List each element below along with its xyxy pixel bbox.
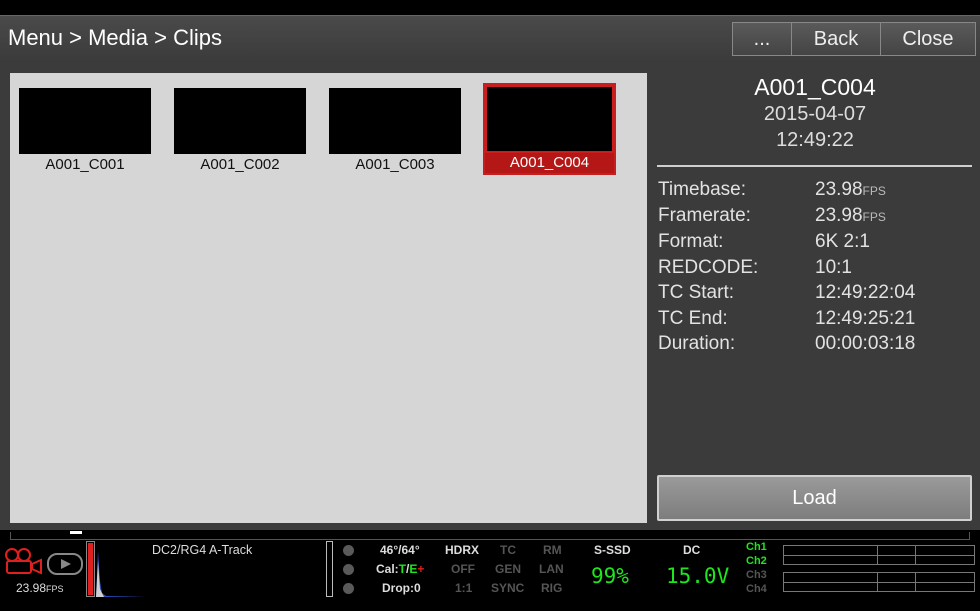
calibration: Cal:T/E+: [376, 562, 425, 576]
info-value-redcode: 10:1: [815, 257, 852, 278]
audio-meter-ch3-ch4: [783, 572, 975, 592]
play-icon[interactable]: [47, 553, 83, 575]
timeline-track: [10, 532, 970, 540]
channel-1: Ch1: [746, 541, 767, 553]
tc-label: TC: [500, 543, 516, 557]
hdrx-ratio: 1:1: [455, 581, 473, 595]
audio-meter-ch1-ch2: [783, 545, 975, 565]
info-label-format: Format:: [658, 231, 724, 252]
load-button[interactable]: Load: [657, 475, 972, 521]
clip-name: A001_C002: [200, 156, 280, 173]
info-value-tc-start: 12:49:22:04: [815, 282, 916, 303]
power-label: DC: [683, 543, 701, 557]
indicator-dot: [343, 583, 354, 594]
info-label-timebase: Timebase:: [658, 179, 746, 200]
info-divider: [657, 165, 972, 167]
fps-unit: FPS: [862, 210, 886, 224]
clip-name: A001_C004: [485, 153, 614, 173]
tc-sync: SYNC: [491, 581, 525, 595]
channel-3: Ch3: [746, 569, 767, 581]
clip-name: A001_C003: [355, 156, 435, 173]
tc-gen: GEN: [495, 562, 522, 576]
channel-4: Ch4: [746, 583, 767, 595]
hdrx-label: HDRX: [445, 543, 480, 557]
drop-frames: Drop:0: [382, 581, 421, 595]
info-time: 12:49:22: [776, 129, 854, 151]
info-value-format: 6K 2:1: [815, 231, 870, 252]
info-date: 2015-04-07: [763, 103, 867, 125]
indicator-dot: [343, 564, 354, 575]
media-label: S-SSD: [594, 543, 631, 557]
shutter-angle: 46°/64°: [380, 543, 420, 557]
info-label-tc-end: TC End:: [658, 308, 728, 329]
clip-item-a001-c004[interactable]: A001_C004: [483, 83, 616, 175]
record-camera-icon: [5, 548, 42, 575]
clip-name: A001_C001: [45, 156, 125, 173]
info-label-duration: Duration:: [658, 333, 736, 354]
back-button[interactable]: Back: [791, 22, 881, 56]
info-value-tc-end: 12:49:25:21: [815, 308, 916, 329]
clip-item-a001-c001[interactable]: A001_C001: [19, 88, 151, 175]
breadcrumb: Menu > Media > Clips: [8, 25, 222, 50]
hdrx-value: OFF: [451, 562, 475, 576]
info-label-tc-start: TC Start:: [658, 282, 735, 303]
info-clip-name: A001_C004: [754, 74, 876, 100]
clip-thumbnail: [174, 88, 306, 154]
info-label-redcode: REDCODE:: [658, 257, 759, 278]
info-value-timebase: 23.98FPS: [815, 179, 886, 200]
rm-label: RM: [543, 543, 562, 557]
aux-meter: [326, 541, 333, 597]
clip-item-a001-c002[interactable]: A001_C002: [174, 88, 306, 175]
project-fps: 23.98FPS: [16, 581, 64, 595]
histogram: [96, 551, 146, 597]
info-value-duration: 00:00:03:18: [815, 333, 916, 354]
info-value-framerate: 23.98FPS: [815, 205, 886, 226]
color-info: DC2/RG4 A-Track: [152, 543, 253, 557]
media-remaining: 99%: [591, 564, 629, 588]
status-bar: [0, 530, 980, 611]
rig-label: RIG: [541, 581, 563, 595]
clip-thumbnail: [485, 85, 614, 153]
fps-unit: FPS: [862, 184, 886, 198]
info-label-framerate: Framerate:: [658, 205, 751, 226]
power-voltage: 15.0V: [666, 564, 730, 588]
channel-2: Ch2: [746, 555, 767, 567]
indicator-dot: [343, 545, 354, 556]
level-meter: [86, 541, 95, 597]
close-button[interactable]: Close: [880, 22, 976, 56]
clip-thumbnail: [19, 88, 151, 154]
lan-label: LAN: [539, 562, 564, 576]
more-button[interactable]: ...: [732, 22, 792, 56]
clip-thumbnail: [329, 88, 461, 154]
clip-item-a001-c003[interactable]: A001_C003: [329, 88, 461, 175]
timeline-marker: [70, 531, 82, 534]
